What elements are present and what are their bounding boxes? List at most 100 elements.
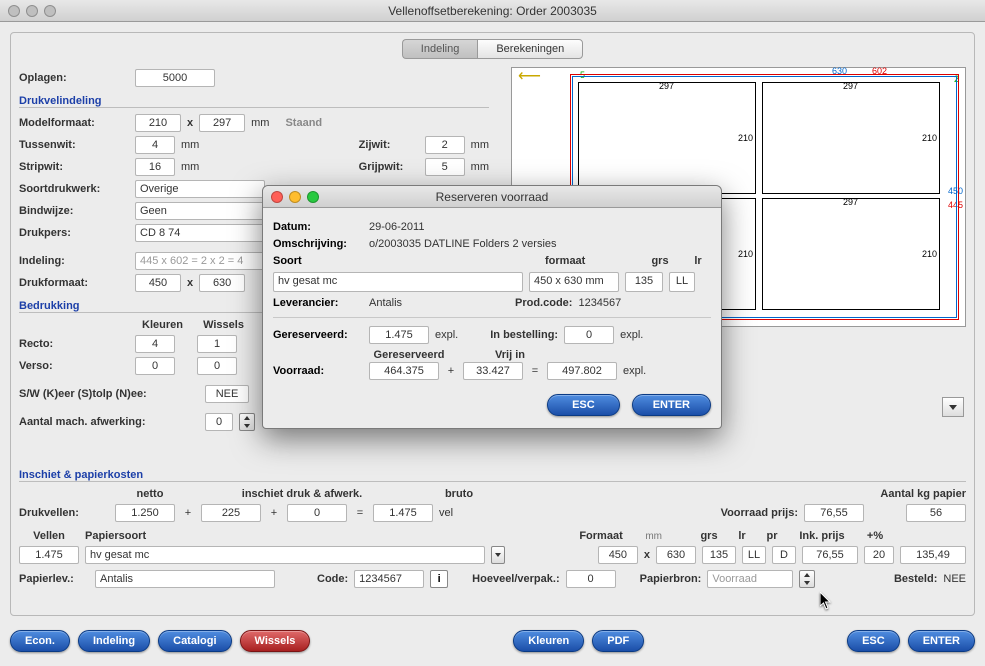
drukvellen-inschiet2[interactable]: 0	[287, 504, 347, 522]
afwerking-label: Aantal mach. afwerking:	[19, 416, 199, 428]
drukformaat-label: Drukformaat:	[19, 277, 129, 289]
voorraadprijs-input[interactable]: 76,55	[804, 504, 864, 522]
papiersoort-dropdown[interactable]	[491, 546, 505, 564]
indeling-button[interactable]: Indeling	[78, 630, 150, 652]
afwerking-stepper[interactable]	[239, 413, 255, 431]
enter-button[interactable]: ENTER	[908, 630, 975, 652]
drukvellen-netto[interactable]: 1.250	[115, 504, 175, 522]
econ-button[interactable]: Econ.	[10, 630, 70, 652]
papierbron-stepper[interactable]	[799, 570, 815, 588]
zoom-icon[interactable]	[44, 5, 56, 17]
papiersoort-input[interactable]: hv gesat mc	[85, 546, 485, 564]
prodcode-label: Prod.code:	[515, 297, 572, 309]
leverancier-label: Leverancier:	[273, 297, 363, 309]
arrow-icon: ⟵	[518, 66, 541, 86]
close-icon[interactable]	[271, 191, 283, 203]
pdf-button[interactable]: PDF	[592, 630, 644, 652]
dialog-title: Reserveren voorraad	[263, 190, 721, 204]
datum-label: Datum:	[273, 221, 363, 233]
zijwit-label: Zijwit:	[359, 139, 419, 151]
bindwijze-input[interactable]: Geen	[135, 202, 265, 220]
voorraad-vrijin: 33.427	[463, 362, 523, 380]
modelformaat-h[interactable]: 297	[199, 114, 245, 132]
sw-input[interactable]: NEE	[205, 385, 249, 403]
oplagen-label: Oplagen:	[19, 72, 129, 84]
bindwijze-label: Bindwijze:	[19, 205, 129, 217]
papierbron-label: Papierbron:	[640, 573, 702, 585]
afwerking-input[interactable]: 0	[205, 413, 233, 431]
vellen-input[interactable]: 1.475	[19, 546, 79, 564]
stripwit-label: Stripwit:	[19, 161, 129, 173]
code-input[interactable]: 1234567	[354, 570, 424, 588]
grijpwit-input[interactable]: 5	[425, 158, 465, 176]
papierlev-input[interactable]: Antalis	[95, 570, 275, 588]
stripwit-input[interactable]: 16	[135, 158, 175, 176]
tab-berekeningen[interactable]: Berekeningen	[477, 39, 583, 59]
oplagen-input[interactable]: 5000	[135, 69, 215, 87]
esc-button[interactable]: ESC	[847, 630, 900, 652]
modal-soort-value: hv gesat mc	[273, 272, 523, 292]
zijwit-input[interactable]: 2	[425, 136, 465, 154]
tussenwit-input[interactable]: 4	[135, 136, 175, 154]
papierlev-label: Papierlev.:	[19, 573, 89, 585]
info-button[interactable]: i	[430, 570, 448, 588]
papierbron-select[interactable]: Voorraad	[707, 570, 793, 588]
drukpers-label: Drukpers:	[19, 227, 129, 239]
bottom-toolbar: Econ. Indeling Catalogi Wissels Kleuren …	[10, 626, 975, 656]
hoeveel-input[interactable]: 0	[566, 570, 616, 588]
drukvellen-inschiet1[interactable]: 225	[201, 504, 261, 522]
verso-wissels[interactable]: 0	[197, 357, 237, 375]
chevron-down-icon	[949, 405, 957, 410]
recto-wissels[interactable]: 1	[197, 335, 237, 353]
modal-esc-button[interactable]: ESC	[547, 394, 620, 416]
section-drukvelindeling: Drukvelindeling	[19, 95, 489, 108]
section-inschiet: Inschiet & papierkosten	[19, 469, 966, 482]
indeling-label: Indeling:	[19, 255, 129, 267]
inbestelling-input[interactable]: 0	[564, 326, 614, 344]
modal-enter-button[interactable]: ENTER	[632, 394, 711, 416]
row-total: 135,49	[900, 546, 966, 564]
soortdrukwerk-input[interactable]: Overige	[135, 180, 265, 198]
prodcode-value: 1234567	[578, 297, 621, 309]
tab-indeling[interactable]: Indeling	[402, 39, 478, 59]
recto-label: Recto:	[19, 338, 129, 350]
recto-kleuren[interactable]: 4	[135, 335, 175, 353]
main-titlebar: Vellenoffsetberekening: Order 2003035	[0, 0, 985, 22]
omschrijving-label: Omschrijving:	[273, 238, 363, 250]
close-icon[interactable]	[8, 5, 20, 17]
omschrijving-value: o/2003035 DATLINE Folders 2 versies	[369, 238, 557, 250]
verso-kleuren[interactable]: 0	[135, 357, 175, 375]
datum-value: 29-06-2011	[369, 221, 424, 233]
zoom-icon[interactable]	[307, 191, 319, 203]
kleuren-button[interactable]: Kleuren	[513, 630, 584, 652]
lr-input[interactable]: LL	[742, 546, 766, 564]
drukvellen-bruto: 1.475	[373, 504, 433, 522]
minimize-icon[interactable]	[26, 5, 38, 17]
formaat-w[interactable]: 450	[598, 546, 638, 564]
inbestelling-label: In bestelling:	[490, 329, 558, 341]
tussenwit-label: Tussenwit:	[19, 139, 129, 151]
pluspct-input[interactable]: 20	[864, 546, 894, 564]
soort-label: Soort	[273, 255, 363, 267]
catalogi-button[interactable]: Catalogi	[158, 630, 231, 652]
verso-label: Verso:	[19, 360, 129, 372]
drukformaat-w[interactable]: 450	[135, 274, 181, 292]
besteld-value: NEE	[943, 573, 966, 585]
modelformaat-w[interactable]: 210	[135, 114, 181, 132]
modelformaat-label: Modelformaat:	[19, 117, 129, 129]
soortdrukwerk-label: Soortdrukwerk:	[19, 183, 129, 195]
wissels-button[interactable]: Wissels	[240, 630, 311, 652]
inkprijs-input[interactable]: 76,55	[802, 546, 858, 564]
pr-input[interactable]: D	[772, 546, 796, 564]
besteld-label: Besteld:	[894, 573, 937, 585]
diagram-dropdown[interactable]	[942, 397, 964, 417]
hoeveel-label: Hoeveel/verpak.:	[472, 573, 559, 585]
voorraad-total: 497.802	[547, 362, 617, 380]
drukpers-input[interactable]: CD 8 74	[135, 224, 265, 242]
grs-input[interactable]: 135	[702, 546, 736, 564]
drukformaat-h[interactable]: 630	[199, 274, 245, 292]
formaat-h[interactable]: 630	[656, 546, 696, 564]
gereserveerd-input[interactable]: 1.475	[369, 326, 429, 344]
modal-lr-value: LL	[669, 272, 695, 292]
minimize-icon[interactable]	[289, 191, 301, 203]
